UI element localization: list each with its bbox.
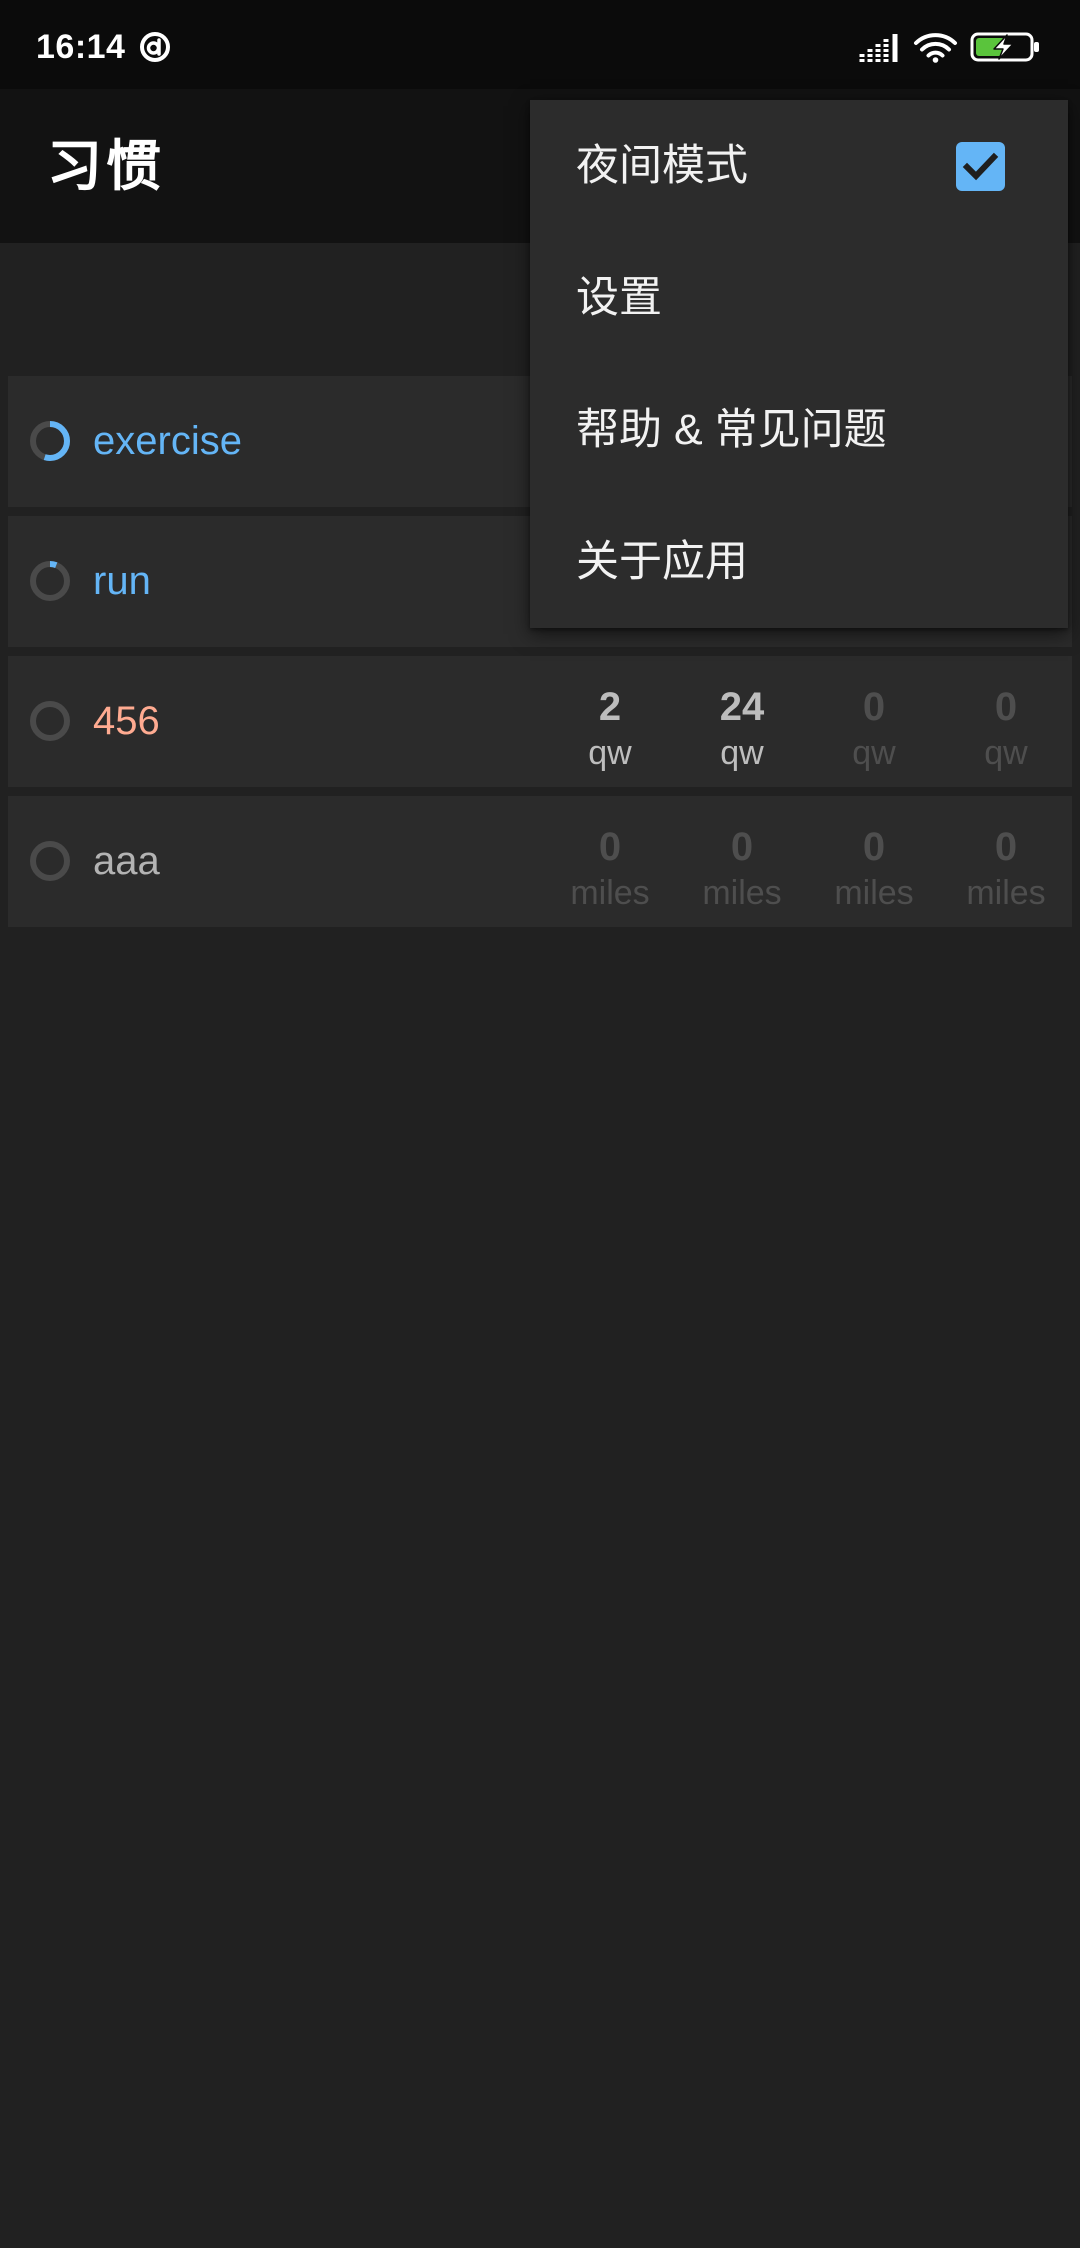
menu-item-about[interactable]: 关于应用: [530, 496, 1068, 628]
checkmark-unit: qw: [720, 734, 764, 772]
habit-name: aaa: [93, 839, 160, 883]
menu-item-label: 帮助 & 常见问题: [576, 406, 887, 454]
check-icon: [962, 152, 999, 181]
checkmark-cell[interactable]: 0 miles: [676, 796, 808, 927]
menu-item-label: 关于应用: [576, 538, 748, 586]
checkmark-unit: miles: [570, 874, 650, 912]
screen: 16:14 习惯 exercise run 456 2 qw 24 qw 0 q…: [0, 0, 1080, 2248]
habit-name: exercise: [93, 419, 242, 463]
checkmark-unit: miles: [966, 874, 1046, 912]
app-notification-icon: [140, 32, 170, 62]
checkmark-unit: qw: [984, 734, 1028, 772]
checkmark-cell[interactable]: 2 qw: [544, 656, 676, 787]
checkmark-cell[interactable]: 0 qw: [808, 656, 940, 787]
score-ring-track: [30, 561, 70, 601]
status-time: 16:14: [36, 28, 126, 66]
battery-charging-icon: [970, 32, 1039, 62]
checkmark-cell[interactable]: 0 miles: [808, 796, 940, 927]
checkmark-cell[interactable]: 0 miles: [940, 796, 1072, 927]
habit-row[interactable]: 456 2 qw 24 qw 0 qw 0 qw: [8, 656, 1072, 787]
checkmark-value: 0: [994, 825, 1018, 869]
signal-icon: [859, 34, 898, 62]
checkmark-value: 0: [994, 685, 1018, 729]
night-mode-checkbox[interactable]: [956, 142, 1005, 191]
app-title: 习惯: [47, 135, 166, 197]
checkmark-unit: qw: [588, 734, 632, 772]
habit-score-ring: [30, 421, 70, 461]
overflow-menu: 夜间模式 设置 帮助 & 常见问题 关于应用: [530, 100, 1068, 628]
checkmark-value: 24: [719, 685, 765, 729]
menu-item-help-faq[interactable]: 帮助 & 常见问题: [530, 364, 1068, 496]
wifi-icon: [914, 33, 957, 63]
checkmark-value: 0: [730, 825, 754, 869]
score-ring-track: [30, 701, 70, 741]
habit-checkmarks: 2 qw 24 qw 0 qw 0 qw: [544, 656, 1072, 787]
habit-score-ring: [30, 561, 70, 601]
menu-item-settings[interactable]: 设置: [530, 232, 1068, 364]
checkmark-value: 0: [598, 825, 622, 869]
habit-score-ring: [30, 841, 70, 881]
score-ring-track: [30, 841, 70, 881]
checkmark-value: 0: [862, 825, 886, 869]
checkmark-value: 0: [862, 685, 886, 729]
habit-name: run: [93, 559, 151, 603]
habit-row[interactable]: aaa 0 miles 0 miles 0 miles 0 miles: [8, 796, 1072, 927]
menu-item-label: 设置: [576, 274, 662, 322]
checkmark-unit: miles: [834, 874, 914, 912]
menu-item-night-mode[interactable]: 夜间模式: [530, 100, 1068, 232]
menu-item-label: 夜间模式: [576, 142, 748, 190]
checkmark-cell[interactable]: 0 qw: [940, 656, 1072, 787]
habit-checkmarks: 0 miles 0 miles 0 miles 0 miles: [544, 796, 1072, 927]
checkmark-unit: qw: [852, 734, 896, 772]
checkmark-cell[interactable]: 24 qw: [676, 656, 808, 787]
checkmark-value: 2: [598, 685, 622, 729]
checkmark-cell[interactable]: 0 miles: [544, 796, 676, 927]
checkmark-unit: miles: [702, 874, 782, 912]
habit-score-ring: [30, 701, 70, 741]
status-bar: 16:14: [0, 0, 1080, 89]
habit-name: 456: [93, 699, 160, 743]
